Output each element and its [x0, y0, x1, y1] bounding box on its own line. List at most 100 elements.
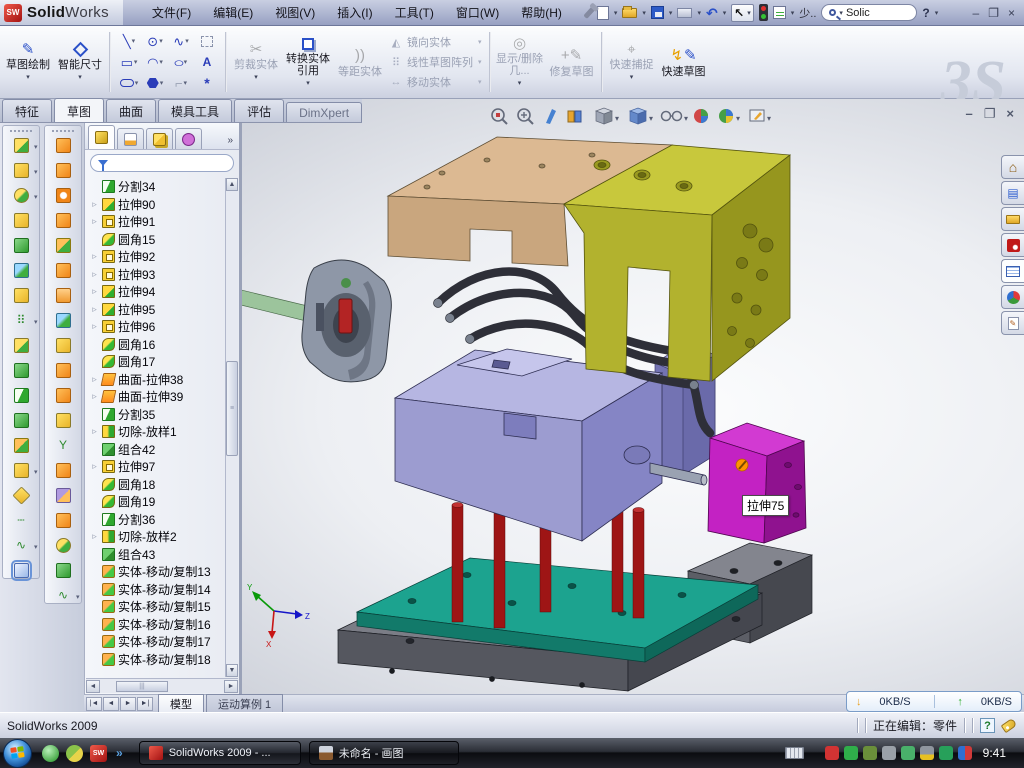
study-nav-button[interactable]: ► — [120, 697, 136, 711]
expand-arrow-icon[interactable] — [90, 269, 99, 280]
menu-item[interactable]: 插入(I) — [326, 0, 383, 25]
surface-tool-button[interactable] — [56, 363, 71, 378]
apply-scene-icon[interactable]: ▾ — [719, 109, 740, 123]
study-tab[interactable]: 运动算例 1 — [206, 694, 283, 714]
feature-tool-button[interactable] — [14, 188, 29, 203]
configuration-manager-tab[interactable] — [146, 128, 173, 149]
convert-entities-button[interactable]: 转换实体引用▾ — [282, 29, 334, 95]
trim-entities-button[interactable]: ✂ 剪裁实体▾ — [230, 29, 282, 95]
menu-item[interactable]: 文件(F) — [141, 0, 202, 25]
feature-tree-item[interactable]: 拉伸97 — [87, 458, 224, 476]
expand-arrow-icon[interactable] — [90, 304, 99, 315]
study-nav-button[interactable]: |◄ — [86, 697, 102, 711]
view-settings-icon[interactable]: ▾ — [750, 110, 771, 123]
feature-tool-button[interactable] — [12, 486, 30, 504]
feature-tool-button[interactable]: ∿ — [14, 538, 29, 553]
tray-icon[interactable] — [958, 746, 972, 760]
feature-tool-button[interactable] — [14, 288, 29, 303]
taskbar-window-button[interactable]: SolidWorks 2009 - ... — [139, 741, 301, 765]
surface-tool-button[interactable] — [56, 213, 71, 228]
study-nav-button[interactable]: ◄ — [103, 697, 119, 711]
surface-tool-button[interactable] — [56, 238, 71, 253]
sketch-draw-button[interactable]: ✎ 草图绘制▾ — [2, 29, 54, 95]
expand-arrow-icon[interactable] — [90, 216, 99, 227]
feature-tree-item[interactable]: 分割35 — [87, 406, 224, 424]
feature-tool-button[interactable] — [14, 363, 29, 378]
undo-dropdown[interactable]: ▾ — [723, 9, 727, 17]
help-dropdown[interactable]: ▾ — [935, 9, 939, 17]
feature-tool-button[interactable] — [14, 438, 29, 453]
save-icon[interactable] — [651, 6, 664, 19]
scroll-thumb[interactable]: ≡ — [226, 361, 238, 456]
surface-tool-button[interactable] — [56, 188, 71, 203]
command-tab[interactable]: 评估 — [234, 99, 284, 122]
feature-tree-item[interactable]: 拉伸95 — [87, 301, 224, 319]
feature-tree-item[interactable]: 实体-移动/复制17 — [87, 633, 224, 651]
sketch-entity-button[interactable]: ◠ — [142, 52, 168, 73]
design-checker-icon[interactable] — [773, 6, 786, 19]
start-button[interactable] — [3, 739, 32, 768]
expand-arrow-icon[interactable] — [90, 374, 99, 385]
magenta-insert[interactable] — [708, 423, 806, 543]
open-dropdown[interactable]: ▾ — [642, 9, 646, 17]
repair-sketch-button[interactable]: +✎ 修复草图 — [546, 29, 598, 95]
feature-tool-button[interactable] — [14, 413, 29, 428]
task-pane-tab[interactable] — [1001, 233, 1024, 257]
sketch-entity-button[interactable]: ⊙ — [142, 31, 168, 52]
traffic-light-icon[interactable] — [759, 4, 768, 21]
feature-tool-button[interactable] — [14, 463, 29, 478]
feature-tool-button[interactable]: ⠿ — [14, 313, 29, 328]
surface-tool-button[interactable] — [56, 563, 71, 578]
feature-tool-button[interactable] — [14, 263, 29, 278]
feature-tree-item[interactable]: 实体-移动/复制16 — [87, 616, 224, 634]
feature-tree-item[interactable]: 组合43 — [87, 546, 224, 564]
doc-minimize-button[interactable]: – — [966, 106, 973, 122]
search-input[interactable]: ▾ Solic — [821, 4, 917, 21]
input-method-icon[interactable] — [785, 747, 804, 759]
rapid-sketch-button[interactable]: ↯✎ 快速草图 — [658, 29, 710, 95]
close-button[interactable]: × — [1008, 6, 1015, 20]
feature-tree-item[interactable]: 拉伸92 — [87, 248, 224, 266]
tag-icon[interactable] — [1001, 718, 1018, 733]
feature-tool-button[interactable] — [14, 388, 29, 403]
surface-tool-button[interactable]: ∿ — [56, 588, 71, 603]
task-pane-tab[interactable] — [1001, 259, 1024, 283]
feature-tool-button[interactable] — [14, 238, 29, 253]
menu-item[interactable]: 窗口(W) — [445, 0, 510, 25]
surface-tool-button[interactable] — [56, 413, 71, 428]
feature-tree-item[interactable]: 组合42 — [87, 441, 224, 459]
expand-arrow-icon[interactable] — [90, 391, 99, 402]
display-style-icon[interactable]: ▾ — [630, 108, 653, 124]
command-tab[interactable]: 模具工具 — [158, 99, 232, 122]
quick-launch-icon-2[interactable] — [66, 745, 83, 762]
feature-tree-item[interactable]: 实体-移动/复制13 — [87, 563, 224, 581]
scroll-up-button[interactable]: ▲ — [226, 178, 238, 191]
feature-tool-button[interactable] — [14, 138, 29, 153]
study-tab[interactable]: 模型 — [158, 694, 204, 714]
feature-tree-item[interactable]: 圆角19 — [87, 493, 224, 511]
tray-icon[interactable] — [863, 746, 877, 760]
task-pane-tab[interactable] — [1001, 181, 1024, 205]
task-pane-tab[interactable] — [1001, 311, 1024, 335]
surface-tool-button[interactable] — [56, 288, 71, 303]
feature-tree-item[interactable]: 拉伸94 — [87, 283, 224, 301]
checker-dropdown[interactable]: ▾ — [791, 9, 795, 17]
save-dropdown[interactable]: ▾ — [669, 9, 673, 17]
feature-tree-item[interactable]: 拉伸96 — [87, 318, 224, 336]
quick-tips-button[interactable]: ? — [980, 718, 995, 733]
surface-tool-button[interactable] — [56, 338, 71, 353]
tray-icon[interactable] — [920, 746, 934, 760]
feature-tree-item[interactable]: 圆角17 — [87, 353, 224, 371]
scroll-right-button[interactable]: ► — [224, 680, 238, 693]
panel-overflow-button[interactable]: » — [227, 135, 236, 149]
open-file-icon[interactable] — [622, 8, 637, 18]
help-button[interactable]: ? — [922, 6, 929, 20]
feature-tool-button[interactable] — [14, 163, 29, 178]
sketch-entity-button[interactable] — [116, 73, 142, 94]
feature-tree-item[interactable]: 圆角15 — [87, 231, 224, 249]
surface-tool-button[interactable] — [56, 513, 71, 528]
sketch-entity-button[interactable]: ╲ — [116, 31, 142, 52]
feature-tree-item[interactable]: 圆角16 — [87, 336, 224, 354]
scroll-down-button[interactable]: ▼ — [226, 664, 238, 677]
expand-arrow-icon[interactable] — [90, 531, 99, 542]
